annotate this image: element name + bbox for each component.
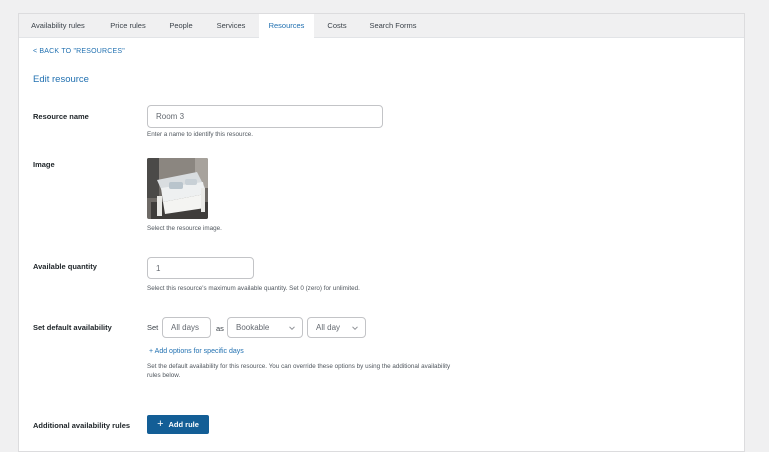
set-text: Set — [147, 323, 159, 332]
resource-name-input[interactable]: Room 3 — [147, 105, 383, 128]
tab-search-forms[interactable]: Search Forms — [360, 14, 426, 38]
availability-time-select[interactable]: All day — [307, 317, 366, 338]
days-value: All days — [171, 323, 200, 332]
availability-status-select[interactable]: Bookable — [227, 317, 303, 338]
tab-availability-rules[interactable]: Availability rules — [19, 14, 97, 38]
chevron-down-icon — [289, 325, 295, 330]
resource-image-thumbnail[interactable] — [147, 158, 208, 219]
image-help: Select the resource image. — [147, 225, 222, 232]
tab-services[interactable]: Services — [203, 14, 259, 38]
resource-editor-panel: Availability rules Price rules People Se… — [18, 13, 745, 452]
default-availability-help-2: rules below. — [147, 372, 181, 379]
resource-name-help: Enter a name to identify this resource. — [147, 131, 254, 138]
plus-icon: + — [157, 418, 164, 430]
additional-rules-label: Additional availability rules — [33, 421, 131, 430]
tab-bar: Availability rules Price rules People Se… — [19, 14, 744, 39]
tab-costs[interactable]: Costs — [314, 14, 360, 38]
resource-name-value: Room 3 — [156, 112, 185, 121]
tab-resources[interactable]: Resources — [259, 14, 314, 39]
image-label: Image — [33, 160, 55, 169]
back-to-resources-link[interactable]: < BACK TO "RESOURCES" — [33, 48, 125, 55]
resource-name-label: Resource name — [33, 112, 89, 121]
quantity-value: 1 — [156, 263, 161, 273]
tab-price-rules[interactable]: Price rules — [97, 14, 159, 38]
add-rule-label: Add rule — [168, 420, 199, 429]
default-availability-help-1: Set the default availability for this re… — [147, 363, 451, 370]
default-availability-label: Set default availability — [33, 323, 112, 332]
page-title: Edit resource — [33, 74, 89, 85]
quantity-input[interactable]: 1 — [147, 257, 254, 279]
as-text: as — [216, 324, 224, 333]
bedroom-photo — [147, 158, 208, 219]
add-rule-button[interactable]: + Add rule — [147, 415, 209, 434]
days-input[interactable]: All days — [162, 317, 211, 338]
tab-people[interactable]: People — [159, 14, 203, 38]
availability-time-value: All day — [316, 323, 341, 332]
quantity-label: Available quantity — [33, 262, 97, 271]
quantity-help: Select this resource's maximum available… — [147, 285, 360, 292]
chevron-down-icon — [352, 325, 358, 330]
availability-status-value: Bookable — [236, 323, 270, 332]
add-options-link[interactable]: + Add options for specific days — [149, 348, 244, 355]
